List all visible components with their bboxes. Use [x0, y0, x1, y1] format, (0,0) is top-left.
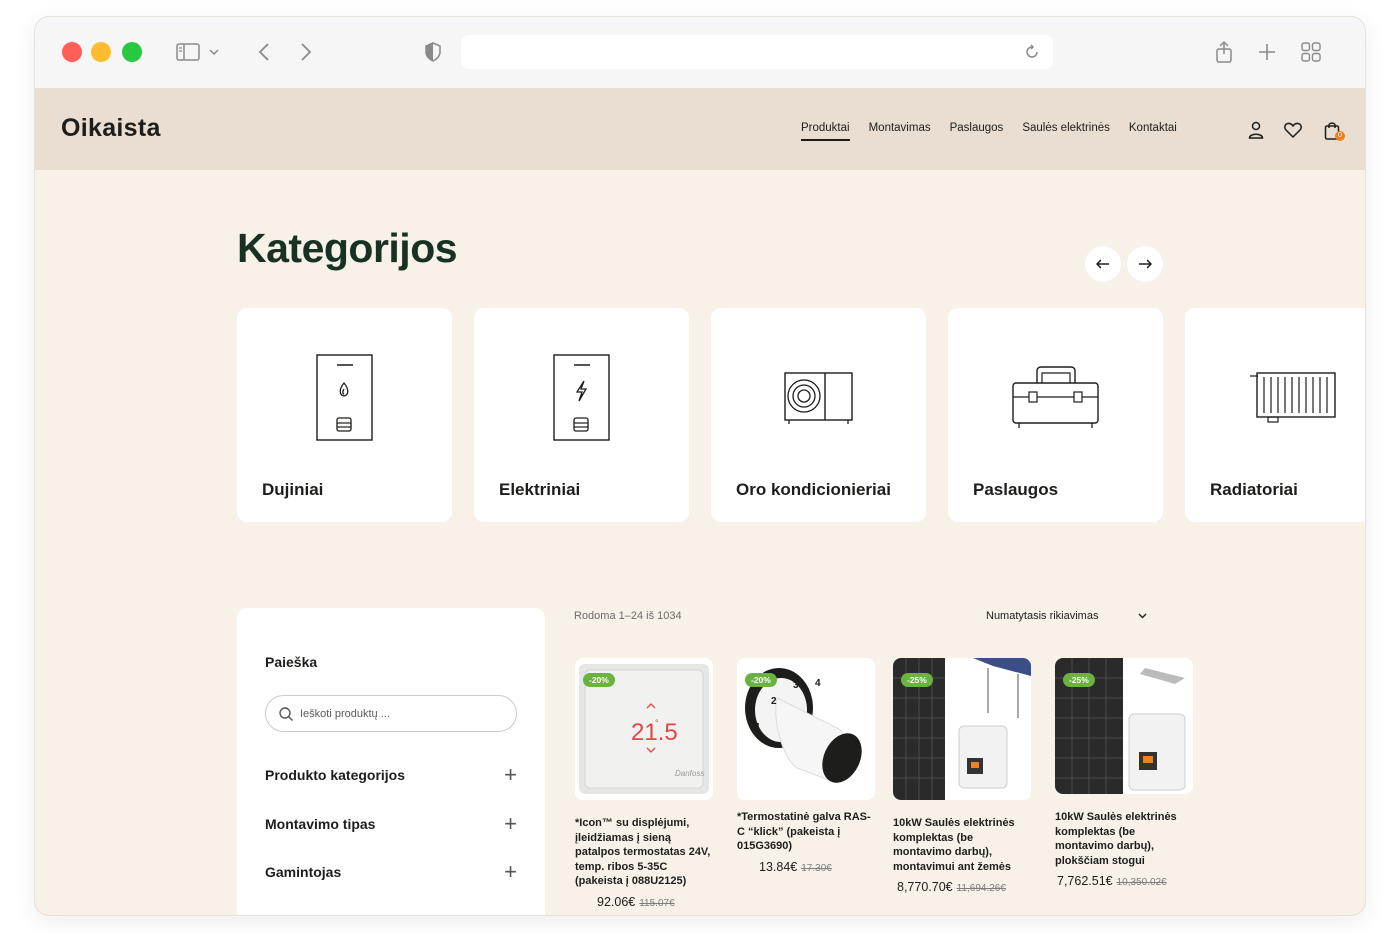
current-price: 7,762.51€: [1057, 874, 1113, 888]
air-conditioner-icon: [711, 348, 926, 448]
carousel-prev-button[interactable]: [1085, 246, 1121, 282]
user-account-icon[interactable]: [1245, 119, 1267, 141]
search-icon: [279, 707, 293, 721]
chevron-down-icon: [1138, 613, 1147, 619]
svg-text:2: 2: [771, 696, 777, 707]
privacy-shield-icon[interactable]: [420, 39, 446, 65]
shopping-bag-icon[interactable]: 0: [1321, 119, 1345, 141]
browser-toolbar: [35, 17, 1365, 88]
category-label: Elektriniai: [499, 480, 581, 499]
share-icon[interactable]: [1211, 39, 1237, 65]
new-tab-icon[interactable]: [1254, 39, 1280, 65]
solar-kit-ground-image[interactable]: -25%: [893, 658, 1031, 800]
site-header: Oikaista Produktai Montavimas Paslaugos …: [35, 88, 1365, 170]
discount-badge: -25%: [1063, 673, 1095, 687]
gas-boiler-icon: [237, 348, 452, 448]
category-label: Radiatoriai: [1210, 480, 1298, 499]
carousel-next-button[interactable]: [1127, 246, 1163, 282]
svg-text:1: 1: [755, 722, 761, 733]
current-price: 13.84€: [759, 859, 798, 874]
result-count: Rodoma 1–24 iš 1034: [574, 610, 682, 622]
svg-text:3: 3: [793, 680, 799, 691]
product-name[interactable]: *Termostatinė galva RAS-C “klick” (pakei…: [737, 810, 875, 854]
category-label: Oro kondicionieriai: [736, 480, 891, 499]
thermostatic-head-image[interactable]: 1 2 3 4 -20%: [737, 658, 875, 800]
thermostat-image[interactable]: 21.5 ° Danfoss -20%: [575, 658, 713, 800]
sidebar-toggle-icon[interactable]: [174, 39, 202, 65]
category-card-elektriniai[interactable]: Elektriniai: [474, 308, 689, 522]
tab-overview-icon[interactable]: [1298, 39, 1324, 65]
svg-text:Danfoss: Danfoss: [675, 769, 704, 778]
product-card[interactable]: 21.5 ° Danfoss -20% *Icon™ su displėjumi…: [575, 658, 713, 909]
filter-label: Montavimo tipas: [265, 816, 376, 832]
categories-title: Kategorijos: [237, 225, 458, 271]
category-card-paslaugos[interactable]: Paslaugos: [948, 308, 1163, 522]
category-label: Paslaugos: [973, 480, 1059, 499]
filter-label: Gamintojas: [265, 864, 342, 880]
plus-icon[interactable]: +: [504, 861, 517, 883]
wishlist-heart-icon[interactable]: [1282, 119, 1304, 141]
svg-text:°: °: [655, 718, 659, 728]
electric-boiler-icon: [474, 348, 689, 448]
old-price: 115.07€: [639, 897, 675, 909]
filter-label: Produkto kategorijos: [265, 767, 406, 783]
product-search[interactable]: [265, 695, 517, 732]
old-price: 10,350.02€: [1116, 877, 1167, 888]
category-label: Dujiniai: [262, 480, 324, 499]
filter-manufacturer[interactable]: Gamintojas +: [265, 860, 517, 884]
radiator-icon: [1185, 348, 1365, 448]
maximize-window-button[interactable]: [122, 42, 142, 62]
product-name[interactable]: 10kW Saulės elektrinės komplektas (be mo…: [893, 816, 1031, 874]
back-arrow-icon[interactable]: [251, 39, 277, 65]
current-price: 8,770.70€: [897, 880, 953, 894]
reload-icon[interactable]: [1019, 39, 1045, 65]
close-window-button[interactable]: [62, 42, 82, 62]
nav-montavimas[interactable]: Montavimas: [869, 122, 931, 141]
main-nav: Produktai Montavimas Paslaugos Saulės el…: [801, 122, 1177, 141]
discount-badge: -25%: [901, 673, 933, 687]
category-card-oro-kondicionieriai[interactable]: Oro kondicionieriai: [711, 308, 926, 522]
category-card-dujiniai[interactable]: Dujiniai: [237, 308, 452, 522]
forward-arrow-icon[interactable]: [293, 39, 319, 65]
site-logo[interactable]: Oikaista: [61, 114, 161, 143]
product-card[interactable]: -25% 10kW Saulės elektrinės komplektas (…: [893, 658, 1031, 894]
search-title: Paieška: [265, 654, 318, 670]
discount-badge: -20%: [583, 673, 615, 687]
discount-badge: -20%: [745, 673, 777, 687]
product-price: 92.06€ 115.07€: [575, 895, 713, 909]
svg-text:4: 4: [815, 678, 821, 689]
filter-sidebar: Paieška Produkto kategorijos + Montavimo…: [237, 608, 545, 915]
sort-label: Numatytasis rikiavimas: [986, 610, 1099, 622]
product-name[interactable]: *Icon™ su displėjumi, įleidžiamas į sien…: [575, 816, 713, 889]
product-price: 7,762.51€ 10,350.02€: [1055, 874, 1193, 888]
toolbox-icon: [948, 348, 1163, 448]
product-price: 8,770.70€ 11,694.26€: [893, 880, 1031, 894]
category-card-radiatoriai[interactable]: Radiatoriai: [1185, 308, 1365, 522]
product-price: 13.84€ 17.30€: [737, 860, 875, 874]
plus-icon[interactable]: +: [504, 764, 517, 786]
solar-kit-roof-image[interactable]: -25%: [1055, 658, 1193, 794]
product-card[interactable]: -25% 10kW Saulės elektrinės komplektas (…: [1055, 658, 1193, 888]
filter-product-categories[interactable]: Produkto kategorijos +: [265, 763, 517, 787]
current-price: 92.06€: [597, 894, 636, 909]
nav-produktai[interactable]: Produktai: [801, 122, 850, 141]
filter-installation-type[interactable]: Montavimo tipas +: [265, 812, 517, 836]
old-price: 11,694.26€: [956, 883, 1006, 894]
cart-count-badge: 0: [1335, 131, 1345, 141]
search-input[interactable]: [300, 704, 500, 724]
old-price: 17.30€: [801, 862, 832, 874]
arrow-right-icon: [1139, 259, 1152, 269]
minimize-window-button[interactable]: [91, 42, 111, 62]
product-card[interactable]: 1 2 3 4 -20% *Termostatinė galva RAS-C “…: [737, 658, 875, 874]
product-name[interactable]: 10kW Saulės elektrinės komplektas (be mo…: [1055, 810, 1193, 868]
browser-window: Oikaista Produktai Montavimas Paslaugos …: [35, 17, 1365, 915]
nav-saules-elektrines[interactable]: Saulės elektrinės: [1022, 122, 1110, 141]
nav-kontaktai[interactable]: Kontaktai: [1129, 122, 1177, 141]
nav-paslaugos[interactable]: Paslaugos: [950, 122, 1004, 141]
plus-icon[interactable]: +: [504, 813, 517, 835]
arrow-left-icon: [1096, 259, 1109, 269]
sort-dropdown[interactable]: Numatytasis rikiavimas: [986, 610, 1147, 622]
address-bar[interactable]: [461, 35, 1053, 69]
chevron-down-icon[interactable]: [207, 39, 221, 65]
